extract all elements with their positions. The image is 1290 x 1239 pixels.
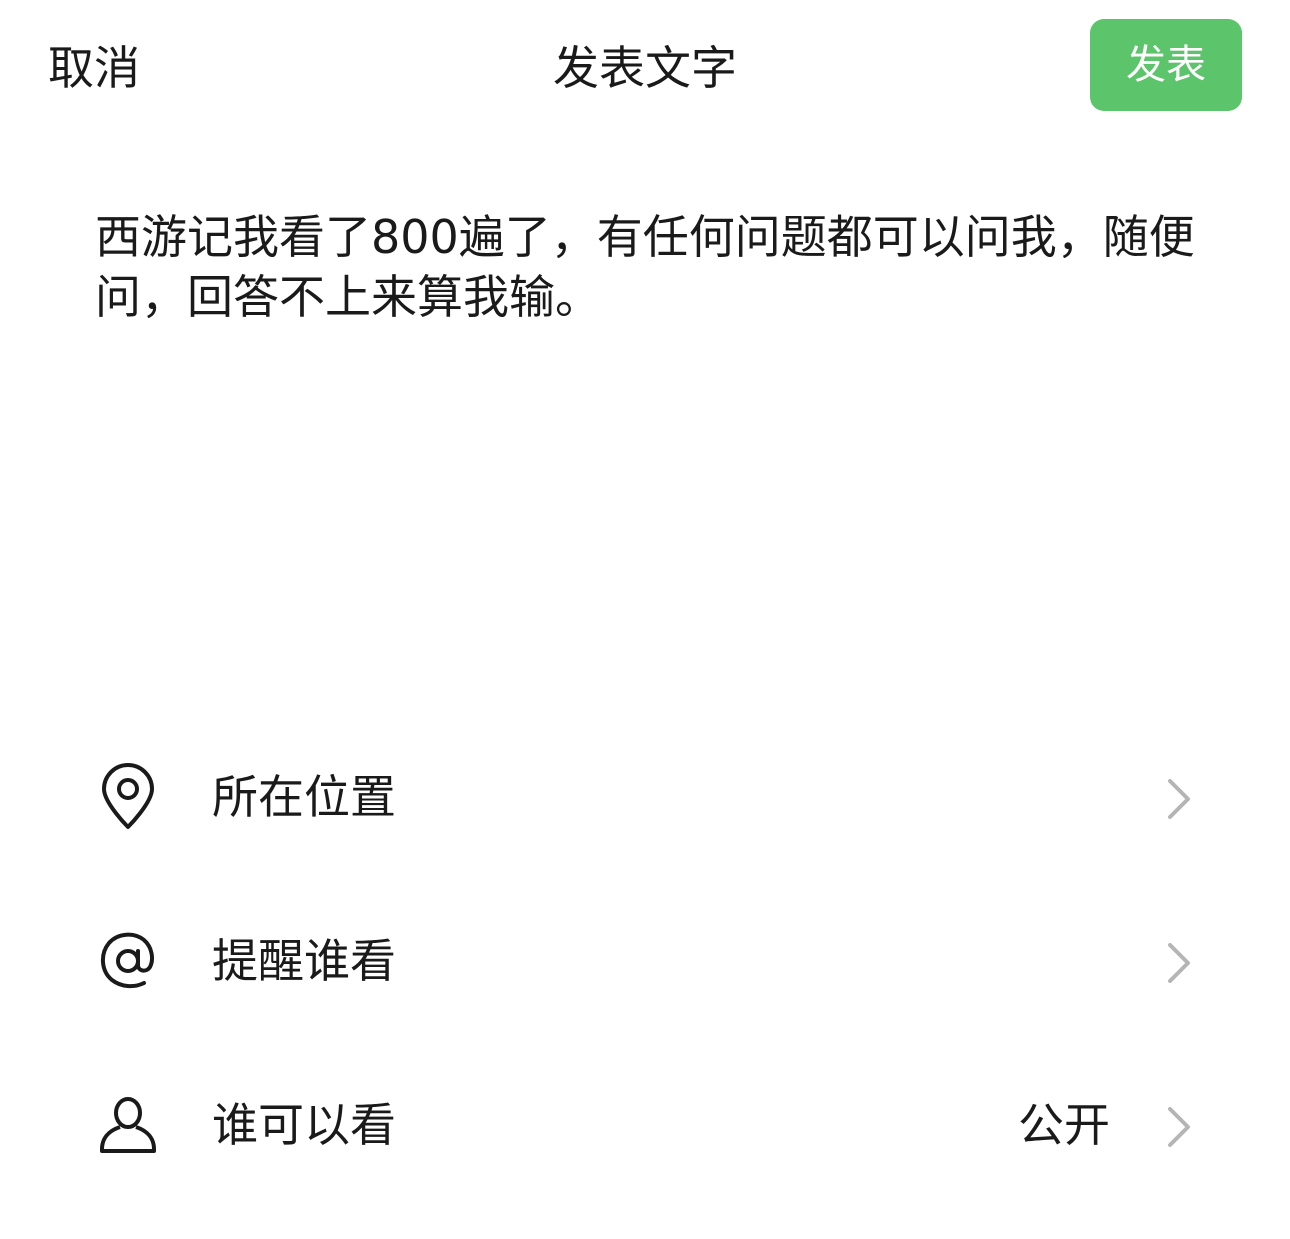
chevron-right-icon xyxy=(1168,1107,1190,1147)
publish-button[interactable]: 发表 xyxy=(1090,19,1242,111)
location-pin-icon xyxy=(102,763,154,829)
person-icon xyxy=(100,1097,156,1153)
top-bar: 取消 发表文字 发表 xyxy=(0,0,1290,135)
visibility-row[interactable]: 谁可以看 公开 xyxy=(0,1055,1290,1195)
location-row[interactable]: 所在位置 xyxy=(0,727,1290,867)
post-text-input[interactable]: 西游记我看了800遍了，有任何问题都可以问我，随便问，回答不上来算我输。 xyxy=(95,207,1205,327)
at-sign-icon xyxy=(101,932,154,989)
chevron-right-icon xyxy=(1168,943,1190,983)
chevron-right-icon xyxy=(1168,779,1190,819)
visibility-value: 公开 xyxy=(1018,1098,1110,1152)
visibility-label: 谁可以看 xyxy=(212,1098,396,1152)
mention-row[interactable]: 提醒谁看 xyxy=(0,891,1290,1031)
mention-label: 提醒谁看 xyxy=(212,934,396,988)
location-label: 所在位置 xyxy=(212,770,396,824)
